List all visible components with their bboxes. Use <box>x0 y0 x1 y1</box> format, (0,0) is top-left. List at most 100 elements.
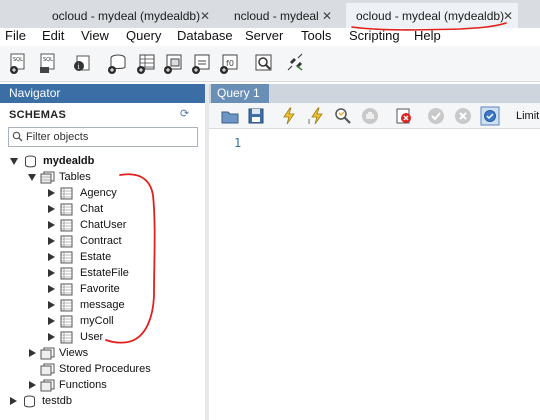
expand-icon[interactable] <box>48 221 55 229</box>
expand-icon[interactable] <box>48 317 55 325</box>
commit-icon[interactable] <box>426 106 446 126</box>
svg-text:f0: f0 <box>226 59 234 68</box>
table-icon <box>60 331 73 343</box>
table-item[interactable]: myColl <box>48 313 114 329</box>
table-item[interactable]: Chat <box>48 201 103 217</box>
open-sql-script-icon[interactable]: SQL <box>37 52 59 76</box>
menu-tools[interactable]: Tools <box>301 28 331 43</box>
expand-icon[interactable] <box>48 189 55 197</box>
editor-toolbar: I Limit <box>209 103 540 129</box>
sql-editor[interactable]: 1 <box>209 130 540 420</box>
procedures-folder-icon <box>40 363 55 375</box>
new-sql-tab-icon[interactable]: SQL <box>7 52 29 76</box>
table-item[interactable]: User <box>48 329 103 345</box>
open-folder-icon[interactable] <box>220 106 240 126</box>
table-name: Chat <box>80 203 104 215</box>
menu-help[interactable]: Help <box>414 28 441 43</box>
functions-folder[interactable]: Functions <box>29 377 107 393</box>
tab-label: ncloud - mydeal <box>234 8 319 23</box>
close-icon[interactable]: ✕ <box>322 9 332 23</box>
query-tab[interactable]: Query 1 <box>211 84 269 103</box>
connection-tab-1[interactable]: ocloud - mydeal (mydealdb) ✕ <box>16 3 218 28</box>
line-number: 1 <box>234 136 242 150</box>
table-name: Favorite <box>80 283 120 295</box>
table-name: myColl <box>80 315 114 327</box>
table-item[interactable]: Estate <box>48 249 111 265</box>
stored-procedures-folder[interactable]: Stored Procedures <box>29 361 151 377</box>
table-item[interactable]: message <box>48 297 125 313</box>
expand-icon[interactable] <box>48 253 55 261</box>
collapse-icon[interactable] <box>10 157 18 165</box>
schemas-label: SCHEMAS <box>9 109 67 121</box>
create-view-icon[interactable] <box>162 52 184 76</box>
inspector-icon[interactable]: i <box>71 52 93 76</box>
expand-icon[interactable] <box>10 397 17 405</box>
connection-tab-3[interactable]: ocloud - mydeal (mydealdb) ✕ <box>346 3 518 28</box>
refresh-icon[interactable]: ⟳ <box>180 107 189 120</box>
menu-database[interactable]: Database <box>177 28 233 43</box>
connection-tab-2[interactable]: ncloud - mydeal ✕ <box>222 3 344 28</box>
stored-procedures-label: Stored Procedures <box>59 363 151 375</box>
menu-query[interactable]: Query <box>126 28 161 43</box>
reconnect-icon[interactable] <box>284 52 306 76</box>
create-schema-icon[interactable] <box>105 52 127 76</box>
views-folder[interactable]: Views <box>29 345 88 361</box>
rollback-icon[interactable] <box>453 106 473 126</box>
search-table-data-icon[interactable] <box>253 52 275 76</box>
table-icon <box>60 299 73 311</box>
menu-scripting[interactable]: Scripting <box>349 28 400 43</box>
execute-current-icon[interactable]: I <box>306 106 326 126</box>
execute-icon[interactable] <box>279 106 299 126</box>
navigator-panel: SCHEMAS ⟳ mydealdb Tables Agency Chat Chat… <box>0 103 205 420</box>
connection-tab-bar: ocloud - mydeal (mydealdb) ✕ ncloud - my… <box>0 0 540 28</box>
close-icon[interactable]: ✕ <box>503 9 513 23</box>
toggle-error-icon[interactable] <box>394 106 414 126</box>
schema-name: testdb <box>42 395 72 407</box>
expand-icon[interactable] <box>48 269 55 277</box>
tables-folder[interactable]: Tables <box>28 169 91 185</box>
query-tab-bar: Query 1 <box>209 84 540 103</box>
menu-server[interactable]: Server <box>245 28 283 43</box>
filter-objects-input[interactable] <box>26 129 194 145</box>
table-name: EstateFile <box>80 267 129 279</box>
create-table-icon[interactable] <box>135 52 157 76</box>
search-icon <box>12 131 23 142</box>
create-procedure-icon[interactable] <box>190 52 212 76</box>
table-name: message <box>80 299 125 311</box>
explain-icon[interactable] <box>333 106 353 126</box>
table-item[interactable]: Favorite <box>48 281 120 297</box>
tab-label: ocloud - mydeal (mydealdb) <box>356 8 505 23</box>
views-label: Views <box>59 347 89 359</box>
menu-edit[interactable]: Edit <box>42 28 64 43</box>
schema-testdb[interactable]: testdb <box>10 393 72 409</box>
table-icon <box>60 219 73 231</box>
schema-mydealdb[interactable]: mydealdb <box>10 153 94 169</box>
autocommit-toggle-icon[interactable] <box>480 106 500 126</box>
expand-icon[interactable] <box>48 205 55 213</box>
expand-icon[interactable] <box>48 285 55 293</box>
database-icon <box>24 395 35 407</box>
filter-objects-field[interactable] <box>8 127 198 147</box>
table-item[interactable]: Agency <box>48 185 117 201</box>
stop-icon[interactable] <box>360 106 380 126</box>
expand-icon[interactable] <box>48 301 55 309</box>
create-function-icon[interactable]: f0 <box>218 52 240 76</box>
expand-icon[interactable] <box>29 381 36 389</box>
menu-bar: File Edit View Query Database Server Too… <box>0 28 540 45</box>
table-item[interactable]: EstateFile <box>48 265 129 281</box>
menu-view[interactable]: View <box>81 28 109 43</box>
close-icon[interactable]: ✕ <box>200 9 210 23</box>
expand-icon[interactable] <box>29 349 36 357</box>
expand-icon[interactable] <box>48 237 55 245</box>
expand-icon[interactable] <box>48 333 55 341</box>
menu-file[interactable]: File <box>5 28 26 43</box>
limit-label: Limit <box>516 110 540 122</box>
table-item[interactable]: Contract <box>48 233 122 249</box>
table-item[interactable]: ChatUser <box>48 217 126 233</box>
table-name: User <box>80 331 104 343</box>
table-name: Contract <box>80 235 122 247</box>
save-icon[interactable] <box>246 106 266 126</box>
collapse-icon[interactable] <box>28 173 36 181</box>
table-icon <box>60 187 73 199</box>
table-name: Agency <box>80 187 117 199</box>
